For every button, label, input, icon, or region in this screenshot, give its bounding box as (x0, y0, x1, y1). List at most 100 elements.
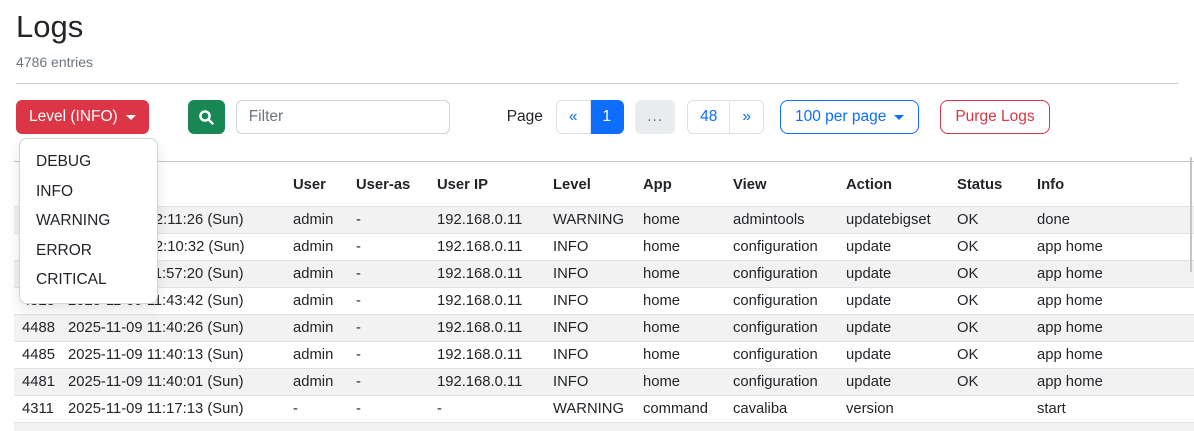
caret-down-icon (126, 115, 136, 120)
table-row: 43112025-11-09 11:17:13 (Sun)---WARNINGc… (14, 396, 1194, 423)
table-cell: INFO (545, 261, 635, 288)
level-filter-button[interactable]: Level (INFO) (16, 100, 149, 134)
table-cell: INFO (545, 234, 635, 261)
column-header-action: Action (838, 162, 949, 207)
table-cell: - (285, 396, 348, 423)
table-cell: home (635, 288, 725, 315)
table-cell: home (635, 369, 725, 396)
table-row: 2025-11-09 11:57:20 (Sun)admin-192.168.0… (14, 261, 1194, 288)
table-cell: INFO (545, 315, 635, 342)
level-dropdown: Level (INFO) DEBUG INFO WARNING ERROR CR… (16, 100, 149, 134)
table-cell: 192.168.0.11 (429, 369, 545, 396)
table-cell: update (838, 234, 949, 261)
table-cell: updatebigset (838, 207, 949, 234)
table-cell: OK (949, 207, 1029, 234)
table-cell: home (635, 342, 725, 369)
vertical-scrollbar[interactable] (1190, 157, 1192, 272)
table-cell: configuration (725, 315, 838, 342)
column-header-user: User (285, 162, 348, 207)
table-cell: 2025-11-09 11:40:26 (Sun) (60, 315, 285, 342)
menu-item-critical[interactable]: CRITICAL (20, 265, 157, 295)
table-cell: 4488 (14, 315, 60, 342)
table-cell: - (348, 396, 429, 423)
table-cell: 2025-11-09 11:40:01 (Sun) (60, 369, 285, 396)
table-cell: OK (949, 261, 1029, 288)
table-cell: 192.168.0.11 (429, 342, 545, 369)
table-cell: update (838, 369, 949, 396)
table-cell: update (838, 315, 949, 342)
table-cell: OK (949, 315, 1029, 342)
menu-item-error[interactable]: ERROR (20, 236, 157, 266)
table-cell: admin (285, 234, 348, 261)
table-row: 44882025-11-09 11:40:26 (Sun)admin-192.1… (14, 315, 1194, 342)
per-page-button[interactable]: 100 per page (780, 100, 919, 134)
table-cell: configuration (725, 369, 838, 396)
column-header-status: Status (949, 162, 1029, 207)
table-cell: update (838, 342, 949, 369)
table-row: 45252025-11-09 11:43:42 (Sun)admin-192.1… (14, 288, 1194, 315)
per-page-label: 100 per page (795, 108, 886, 126)
table-cell: home (635, 207, 725, 234)
table-cell: 4311 (14, 396, 60, 423)
pagination-next[interactable]: » (730, 100, 764, 134)
table-row: 44852025-11-09 11:40:13 (Sun)admin-192.1… (14, 342, 1194, 369)
magnifier-icon (198, 109, 215, 126)
pagination-current-page[interactable]: 1 (591, 100, 625, 134)
table-cell: 192.168.0.11 (429, 207, 545, 234)
table-cell: - (348, 261, 429, 288)
menu-item-debug[interactable]: DEBUG (20, 147, 157, 177)
table-cell: cavaliba (725, 396, 838, 423)
table-cell: app home (1029, 288, 1194, 315)
column-header-info: Info (1029, 162, 1194, 207)
level-dropdown-menu: DEBUG INFO WARNING ERROR CRITICAL (19, 138, 158, 304)
table-cell: app home (1029, 234, 1194, 261)
table-cell: INFO (545, 288, 635, 315)
column-header-view: View (725, 162, 838, 207)
table-cell: - (348, 369, 429, 396)
menu-item-info[interactable]: INFO (20, 177, 157, 207)
table-cell: 192.168.0.11 (429, 315, 545, 342)
pagination-last-page[interactable]: 48 (687, 100, 730, 134)
table-cell: - (348, 315, 429, 342)
table-cell: INFO (545, 342, 635, 369)
table-cell: admintools (725, 207, 838, 234)
table-cell: 192.168.0.11 (429, 261, 545, 288)
purge-logs-label: Purge Logs (955, 108, 1034, 126)
pagination-group-first: « 1 (556, 100, 624, 134)
table-row: 44812025-11-09 11:40:01 (Sun)admin-192.1… (14, 369, 1194, 396)
table-cell: - (348, 288, 429, 315)
search-button[interactable] (188, 100, 225, 134)
table-cell: 192.168.0.11 (429, 288, 545, 315)
table-cell: OK (949, 234, 1029, 261)
column-header-level: Level (545, 162, 635, 207)
pagination-prev[interactable]: « (556, 100, 591, 134)
table-cell: configuration (725, 234, 838, 261)
level-filter-label: Level (INFO) (29, 108, 118, 126)
table-cell: done (1029, 207, 1194, 234)
pagination-ellipsis: ... (635, 100, 675, 134)
table-cell (949, 396, 1029, 423)
filter-input[interactable] (236, 100, 450, 134)
table-cell: command (635, 396, 725, 423)
table-row: 2025-11-09 12:11:26 (Sun)admin-192.168.0… (14, 207, 1194, 234)
menu-item-warning[interactable]: WARNING (20, 206, 157, 236)
table-cell: 4481 (14, 369, 60, 396)
table-cell: configuration (725, 288, 838, 315)
page-header: Logs 4786 entries (0, 0, 1194, 84)
table-cell: 4485 (14, 342, 60, 369)
column-header-app: App (635, 162, 725, 207)
table-header-row: UserUser-asUser IPLevelAppViewActionStat… (14, 162, 1194, 207)
logs-table-container: UserUser-asUser IPLevelAppViewActionStat… (14, 161, 1194, 431)
table-cell: - (429, 396, 545, 423)
table-cell: OK (949, 288, 1029, 315)
table-cell: OK (949, 342, 1029, 369)
table-cell: configuration (725, 342, 838, 369)
table-cell: - (348, 234, 429, 261)
table-cell: admin (285, 207, 348, 234)
table-cell: - (348, 342, 429, 369)
table-cell: start (1029, 396, 1194, 423)
table-cell: configuration (725, 261, 838, 288)
entries-count: 4786 entries (16, 54, 1178, 70)
purge-logs-button[interactable]: Purge Logs (940, 100, 1049, 134)
page-label: Page (507, 108, 543, 126)
